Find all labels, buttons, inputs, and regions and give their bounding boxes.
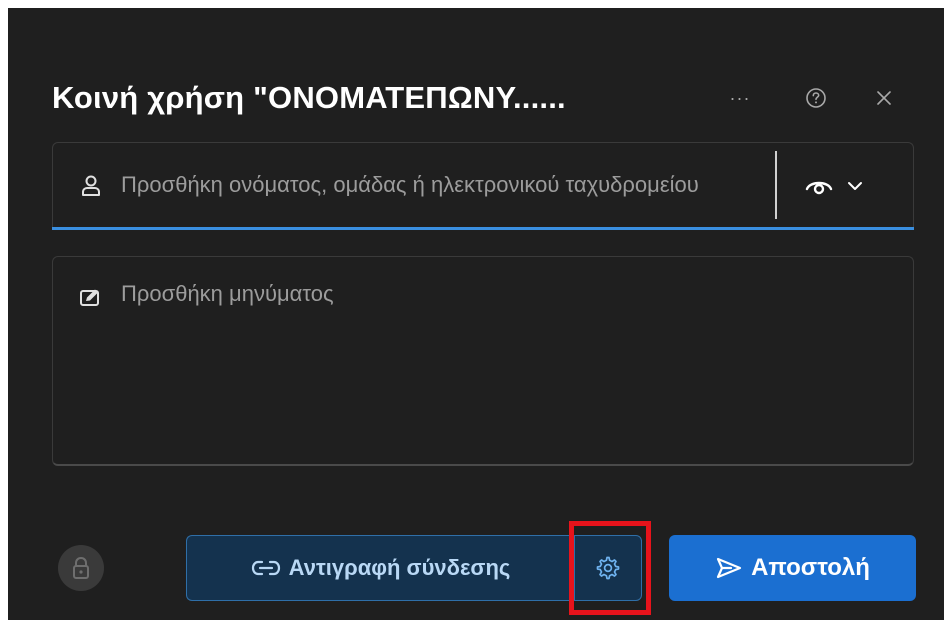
copy-link-button[interactable]: Αντιγραφή σύνδεσης	[186, 535, 574, 601]
close-icon	[877, 91, 891, 105]
link-permission-button[interactable]	[58, 545, 104, 591]
gear-icon	[596, 556, 620, 580]
recipients-input[interactable]	[121, 169, 773, 201]
send-icon	[716, 557, 742, 579]
help-icon	[806, 88, 826, 108]
more-icon: ···	[729, 87, 751, 108]
person-icon	[82, 175, 100, 196]
lock-icon	[73, 556, 89, 579]
send-label: Αποστολή	[751, 554, 870, 581]
more-options-button[interactable]: ···	[726, 84, 754, 112]
share-dialog: Κοινή χρήση "ΟΝΟΜΑΤΕΠΩΝΥ...... ··· Προσθ…	[8, 8, 944, 620]
copy-link-label: Αντιγραφή σύνδεσης	[288, 555, 511, 580]
send-button[interactable]: Αποστολή	[669, 535, 916, 601]
link-icon	[251, 560, 280, 576]
message-field[interactable]	[52, 256, 914, 466]
link-settings-button[interactable]	[574, 535, 642, 601]
recipients-focus-underline	[52, 227, 914, 230]
close-button[interactable]	[870, 84, 898, 112]
eye-icon	[805, 181, 833, 195]
message-input[interactable]	[121, 281, 881, 441]
message-edit-icon	[80, 289, 99, 306]
chevron-down-icon	[848, 182, 862, 190]
dialog-title: Κοινή χρήση "ΟΝΟΜΑΤΕΠΩΝΥ......	[52, 80, 566, 115]
help-button[interactable]	[802, 84, 830, 112]
recipients-field[interactable]	[52, 142, 914, 228]
input-divider	[775, 151, 777, 219]
permission-dropdown[interactable]	[805, 171, 885, 201]
